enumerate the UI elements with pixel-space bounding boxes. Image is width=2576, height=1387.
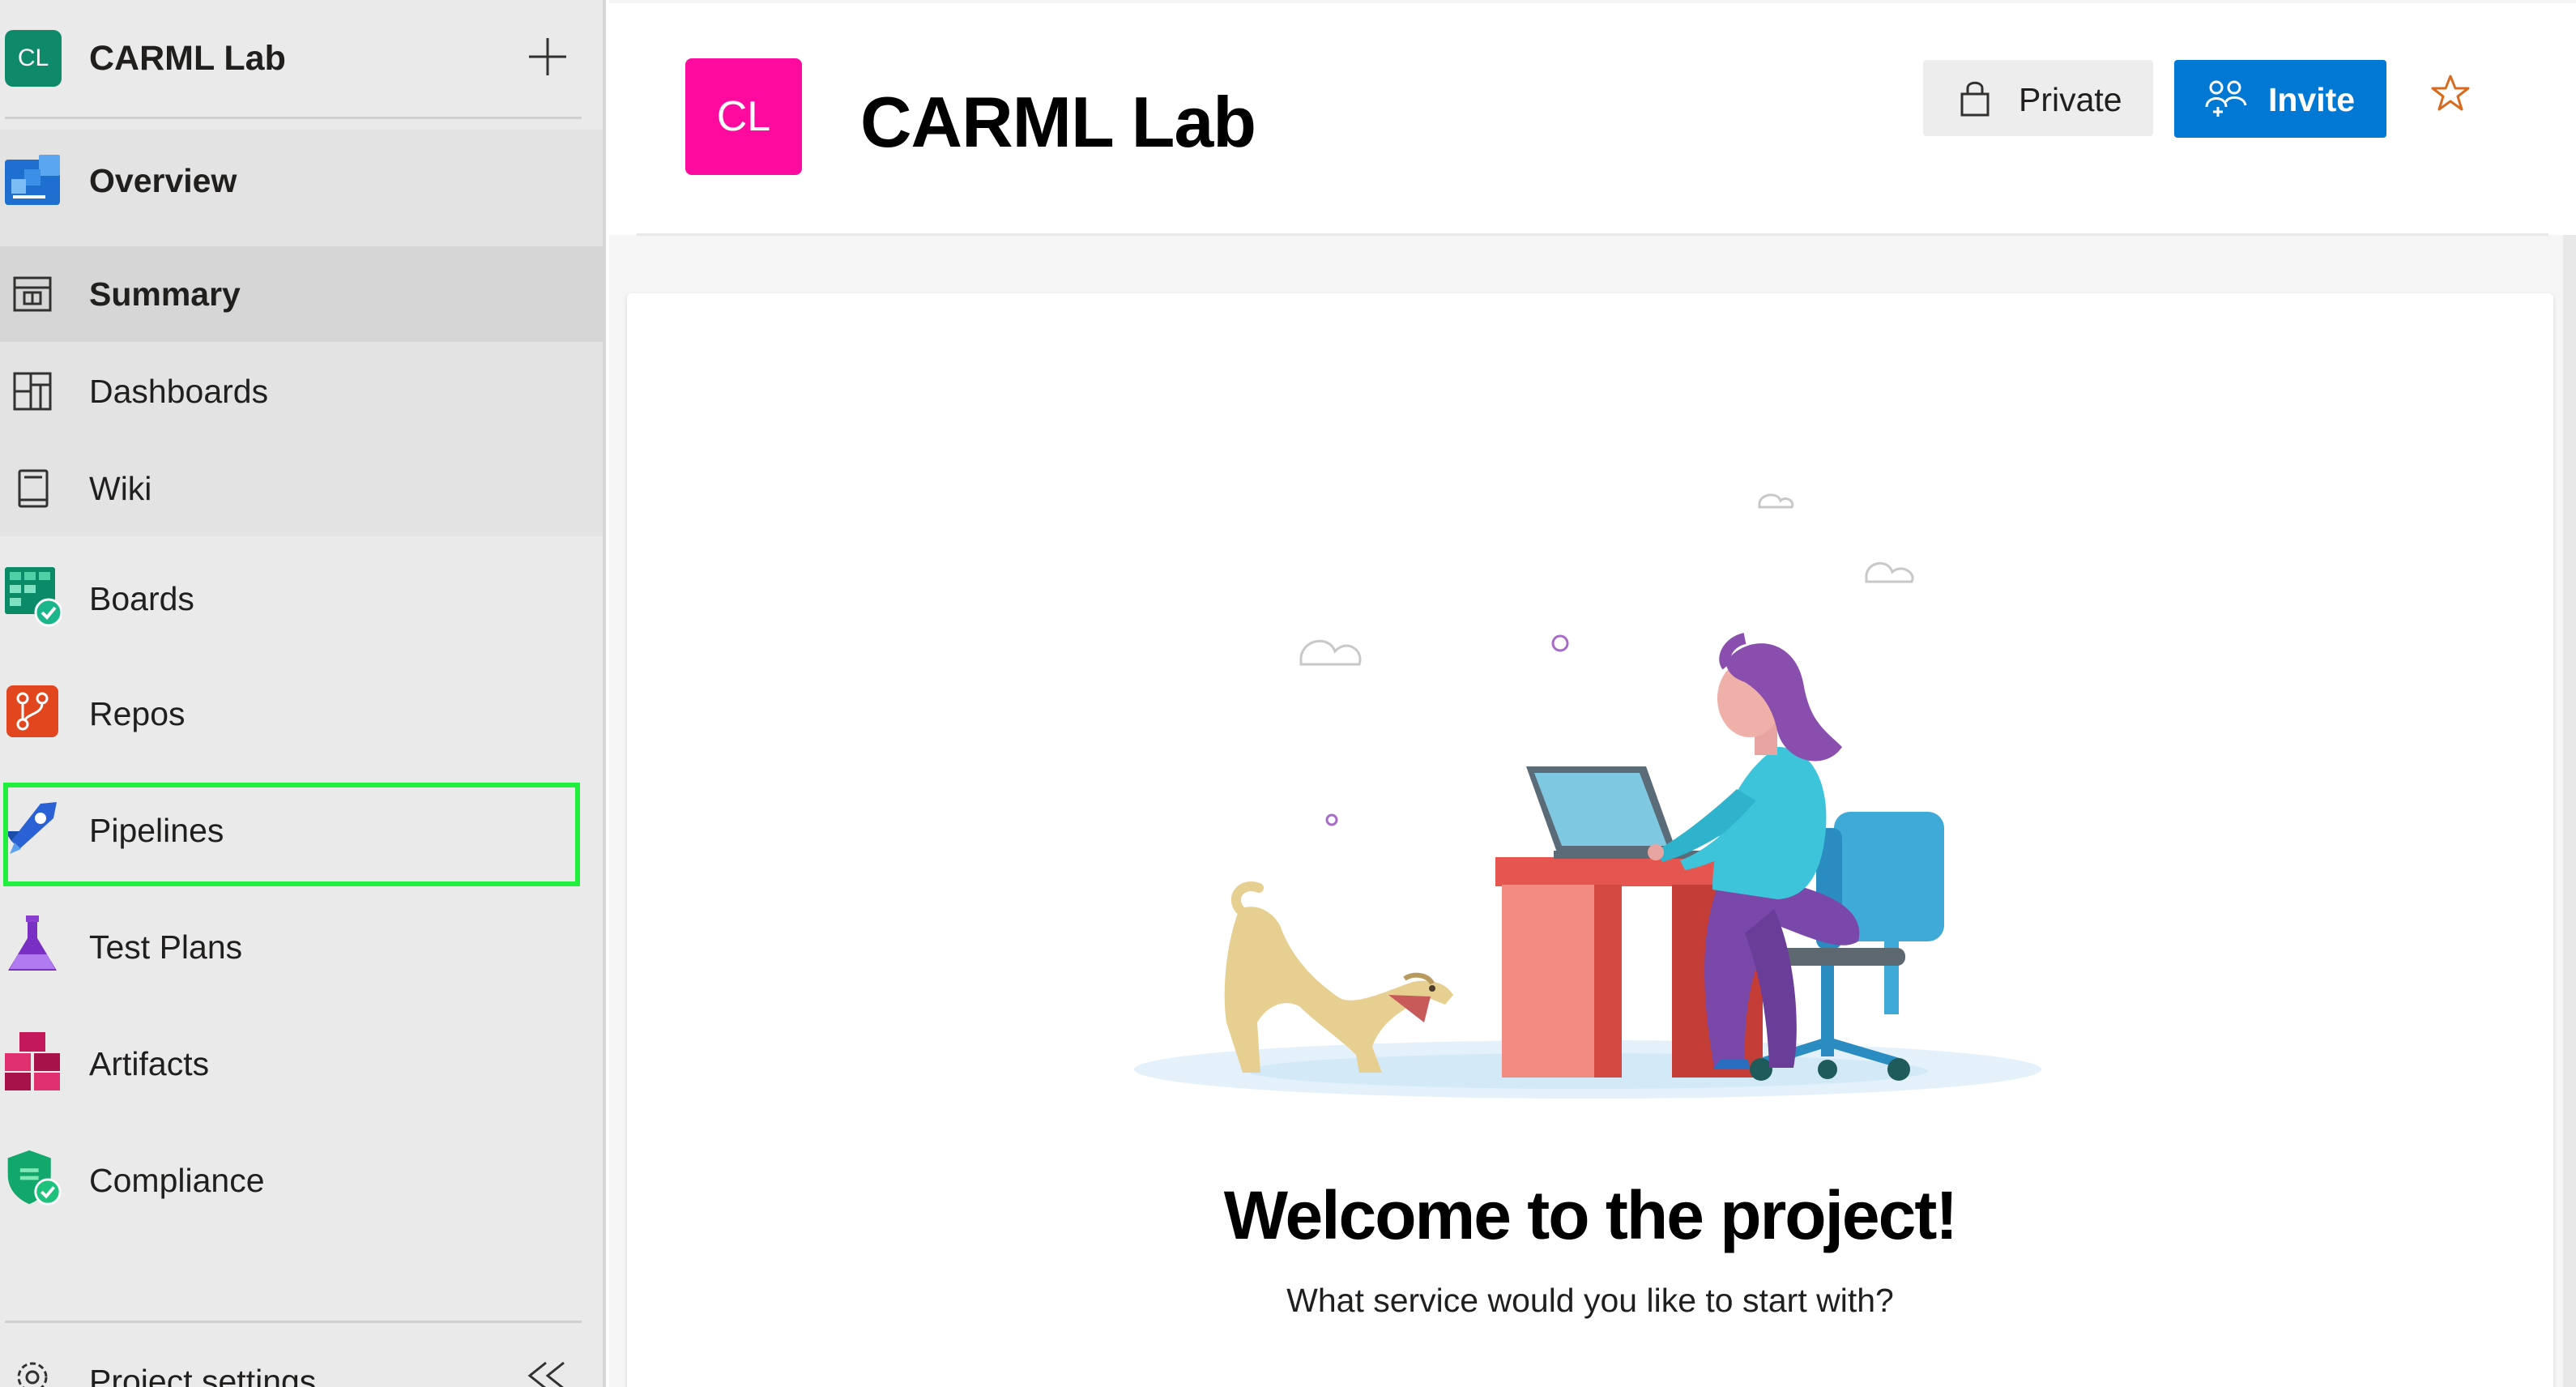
project-avatar-large: CL bbox=[685, 58, 802, 175]
sidebar-item-label: Pipelines bbox=[89, 811, 224, 849]
private-label: Private bbox=[2019, 81, 2122, 118]
add-button[interactable] bbox=[523, 32, 572, 81]
sidebar-item-label: Overview bbox=[89, 161, 237, 199]
sidebar-item-label: Test Plans bbox=[89, 928, 243, 966]
sidebar-item-repos[interactable]: Repos bbox=[0, 666, 603, 762]
sidebar-item-compliance[interactable]: Compliance bbox=[0, 1133, 603, 1228]
invite-label: Invite bbox=[2268, 81, 2356, 118]
app-window: CL CARML Lab Overview Summary Dashboards… bbox=[0, 0, 2576, 1387]
sidebar-item-summary[interactable]: Summary bbox=[0, 246, 603, 342]
project-name[interactable]: CARML Lab bbox=[89, 39, 286, 79]
sidebar-item-label: Repos bbox=[89, 694, 186, 732]
sidebar-item-test-plans[interactable]: Test Plans bbox=[0, 899, 603, 995]
invite-button[interactable]: Invite bbox=[2174, 60, 2386, 138]
project-header-bar: CL CARML Lab Private Invite bbox=[609, 3, 2576, 236]
divider bbox=[5, 117, 582, 119]
sidebar-item-overview[interactable]: Overview bbox=[0, 130, 603, 232]
welcome-subtitle: What service would you like to start wit… bbox=[1286, 1282, 1894, 1319]
compliance-icon bbox=[3, 1149, 62, 1207]
sidebar-item-label: Boards bbox=[89, 579, 194, 617]
sidebar-item-label: Dashboards bbox=[89, 372, 269, 410]
wiki-icon bbox=[3, 459, 62, 518]
project-avatar[interactable]: CL bbox=[5, 30, 62, 87]
sidebar: CL CARML Lab Overview Summary Dashboards… bbox=[0, 0, 606, 1387]
welcome-illustration bbox=[1134, 493, 2041, 1099]
sidebar-item-artifacts[interactable]: Artifacts bbox=[0, 1016, 603, 1112]
private-button[interactable]: Private bbox=[1923, 60, 2153, 136]
project-header: CL CARML Lab bbox=[0, 0, 603, 119]
page-title: CARML Lab bbox=[860, 82, 1256, 162]
gear-icon bbox=[11, 1356, 53, 1387]
divider bbox=[637, 233, 2548, 236]
favorite-star-icon[interactable] bbox=[2430, 73, 2471, 117]
welcome-title: Welcome to the project! bbox=[1223, 1177, 1959, 1253]
sidebar-item-wiki[interactable]: Wiki bbox=[0, 441, 603, 536]
people-add-icon bbox=[2203, 78, 2249, 122]
sidebar-item-boards[interactable]: Boards bbox=[0, 551, 603, 647]
test-plans-icon bbox=[3, 915, 62, 974]
sidebar-item-label: Wiki bbox=[89, 469, 152, 507]
pipelines-icon bbox=[3, 799, 62, 857]
collapse-sidebar-icon[interactable] bbox=[525, 1359, 570, 1387]
sidebar-item-label: Compliance bbox=[89, 1161, 265, 1199]
lock-icon bbox=[1957, 78, 1993, 122]
sidebar-item-dashboards[interactable]: Dashboards bbox=[0, 344, 603, 439]
plus-icon bbox=[529, 38, 566, 75]
sidebar-item-project-settings[interactable]: Project settings bbox=[0, 1337, 603, 1387]
sidebar-item-label: Summary bbox=[89, 275, 241, 313]
scrollbar[interactable] bbox=[2563, 235, 2576, 1387]
artifacts-icon bbox=[3, 1032, 62, 1090]
main-content: CL CARML Lab Private Invite Welcome to t… bbox=[609, 0, 2576, 1387]
sidebar-item-label: Project settings bbox=[89, 1363, 317, 1387]
repos-icon bbox=[3, 682, 62, 740]
summary-icon bbox=[3, 265, 62, 323]
sidebar-item-label: Artifacts bbox=[89, 1044, 210, 1082]
divider bbox=[5, 1321, 582, 1323]
overview-icon bbox=[3, 152, 62, 210]
boards-icon bbox=[3, 567, 62, 627]
sidebar-item-pipelines[interactable]: Pipelines bbox=[0, 783, 603, 878]
welcome-card: Welcome to the project! What service wou… bbox=[627, 293, 2553, 1387]
dashboards-icon bbox=[3, 362, 62, 420]
